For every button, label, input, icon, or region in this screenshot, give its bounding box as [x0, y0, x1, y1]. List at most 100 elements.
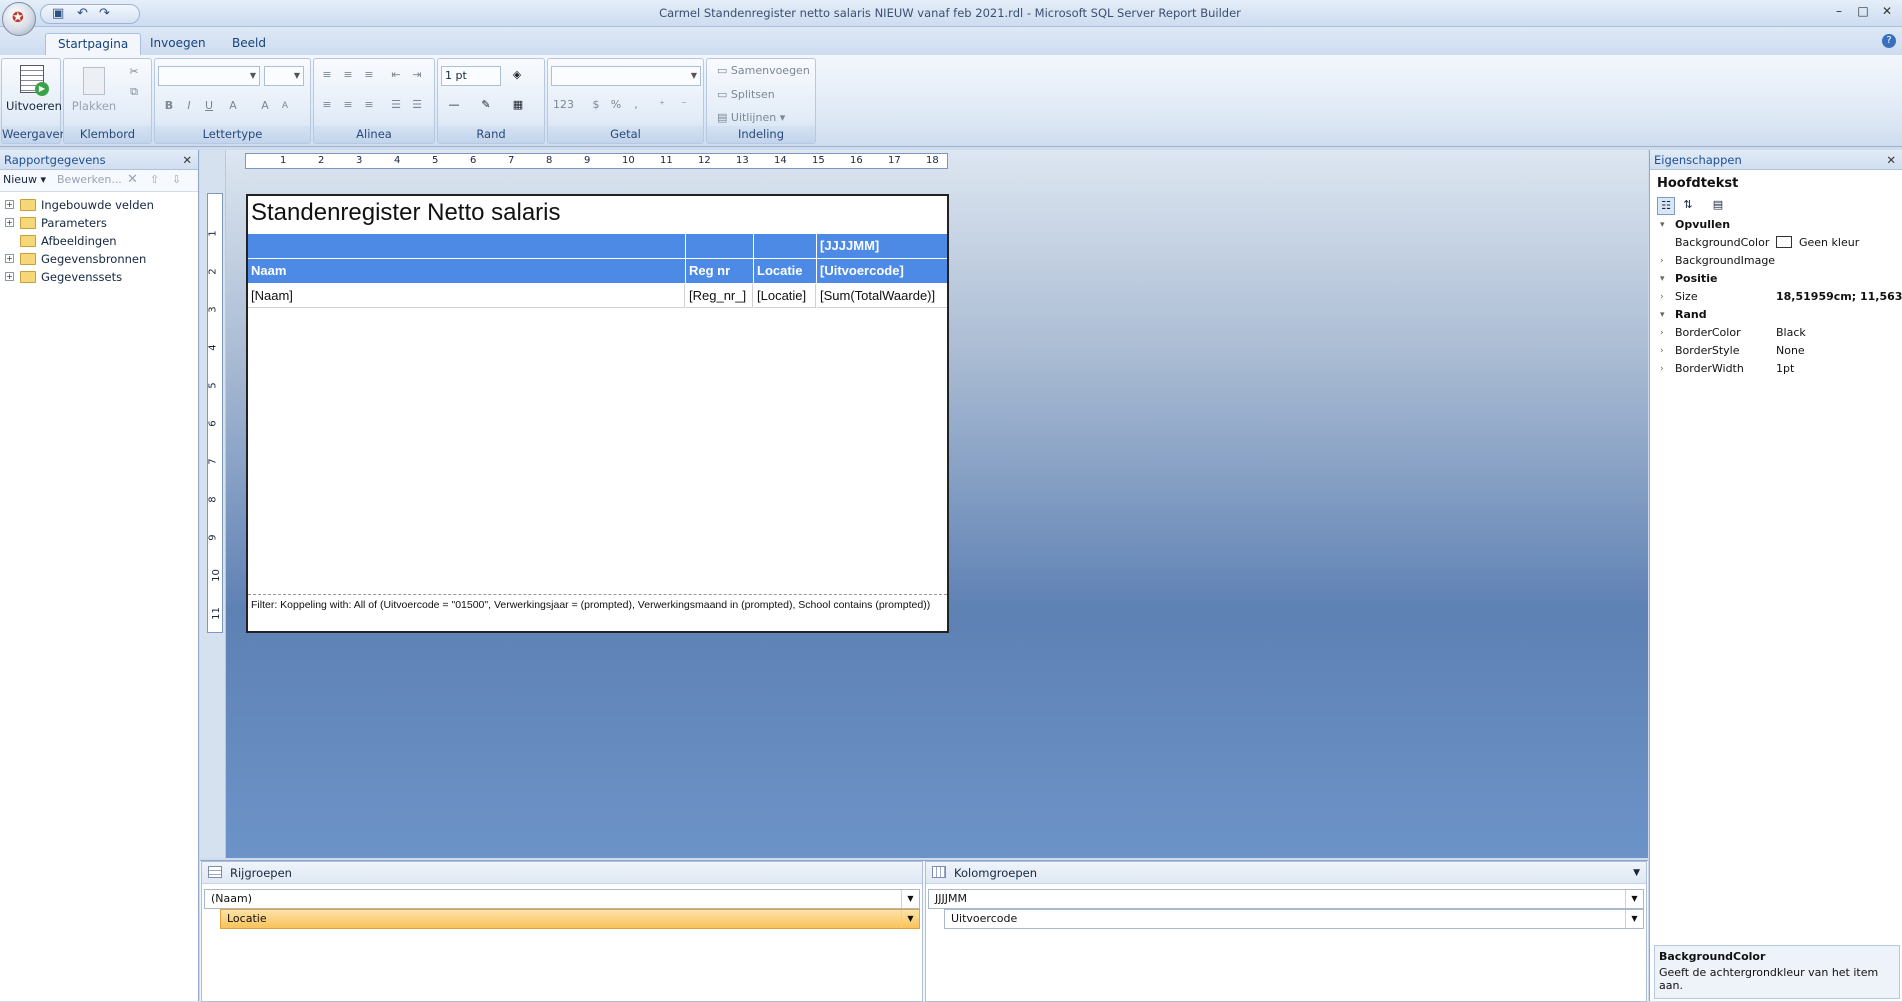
prop-group-rand[interactable]: ▾ Rand	[1657, 306, 1897, 324]
tree-item-parameters[interactable]: + Parameters	[0, 214, 198, 232]
column-group-jjjjmm[interactable]: JJJJMM ▼	[928, 889, 1644, 909]
prop-borderstyle[interactable]: › BorderStyle None	[1657, 342, 1897, 360]
paste-button[interactable]: Plakken	[68, 61, 120, 121]
header-r1-c3[interactable]	[754, 234, 816, 258]
bold-icon[interactable]: B	[159, 97, 179, 115]
align-right-icon[interactable]: ≡	[359, 96, 379, 114]
header-r1-c1[interactable]	[248, 234, 685, 258]
tree-item-datasets[interactable]: + Gegevenssets	[0, 268, 198, 286]
align-top-icon[interactable]: ≡	[317, 66, 337, 84]
header-uitvoercode[interactable]: [Uitvoercode]	[817, 259, 947, 283]
number-format-select[interactable]: ▼	[551, 66, 701, 86]
column-group-uitvoercode[interactable]: Uitvoercode ▼	[944, 909, 1644, 929]
detail-naam[interactable]: [Naam]	[248, 284, 685, 308]
detail-reg-nr[interactable]: [Reg_nr_]	[686, 284, 753, 308]
expand-icon[interactable]: +	[5, 200, 14, 209]
cut-icon[interactable]: ✂	[124, 63, 144, 81]
property-pages-icon[interactable]: ▤	[1709, 197, 1727, 215]
tree-item-data-sources[interactable]: + Gegevensbronnen	[0, 250, 198, 268]
placeholder-style-icon[interactable]: 123	[553, 96, 574, 114]
bullets-icon[interactable]: ☰	[386, 96, 406, 114]
delete-icon[interactable]: ✕	[127, 172, 138, 187]
align-middle-icon[interactable]: ≡	[338, 66, 358, 84]
header-jjjjmm[interactable]: [JJJJMM]	[817, 234, 947, 258]
categorized-icon[interactable]: ☷	[1657, 197, 1675, 215]
report-body[interactable]: Standenregister Netto salaris [JJJJMM] N…	[246, 194, 949, 633]
chevron-down-icon[interactable]: ▼	[901, 910, 919, 928]
shrink-font-icon[interactable]: A	[275, 97, 295, 115]
header-reg-nr[interactable]: Reg nr	[686, 259, 753, 283]
detail-sum-totalwaarde[interactable]: [Sum(TotalWaarde)]	[817, 284, 947, 308]
save-icon[interactable]: ▣	[52, 6, 64, 21]
prop-group-opvullen[interactable]: ▾ Opvullen	[1657, 216, 1897, 234]
tree-item-images[interactable]: Afbeeldingen	[0, 232, 198, 250]
header-locatie[interactable]: Locatie	[754, 259, 816, 283]
borders-icon[interactable]: ▦	[508, 96, 528, 114]
comma-icon[interactable]: ,	[626, 96, 646, 114]
border-style-icon[interactable]: —	[444, 96, 464, 114]
increase-indent-icon[interactable]: ⇥	[407, 66, 427, 84]
move-down-icon[interactable]: ⇩	[172, 173, 181, 186]
border-width-select[interactable]: 1 pt	[441, 66, 501, 86]
expand-icon[interactable]: +	[5, 218, 14, 227]
edit-button[interactable]: Bewerken...	[57, 173, 122, 186]
align-bottom-icon[interactable]: ≡	[359, 66, 379, 84]
prop-borderwidth[interactable]: › BorderWidth 1pt	[1657, 360, 1897, 378]
font-size-select[interactable]: ▼	[264, 66, 304, 86]
align-left-icon[interactable]: ≡	[317, 96, 337, 114]
row-group-locatie[interactable]: Locatie ▼	[220, 909, 920, 929]
move-up-icon[interactable]: ⇧	[150, 173, 159, 186]
prop-bordercolor[interactable]: › BorderColor Black	[1657, 324, 1897, 342]
underline-icon[interactable]: U	[199, 97, 219, 115]
copy-icon[interactable]: ⧉	[124, 83, 144, 101]
chevron-down-icon[interactable]: ▼	[901, 890, 919, 908]
header-r1-c2[interactable]	[686, 234, 753, 258]
row-group-naam[interactable]: (Naam) ▼	[204, 889, 920, 909]
minimize-button[interactable]: –	[1828, 4, 1850, 22]
prop-group-positie[interactable]: ▾ Positie	[1657, 270, 1897, 288]
tree-item-builtin-fields[interactable]: + Ingebouwde velden	[0, 196, 198, 214]
undo-icon[interactable]: ↶	[77, 6, 88, 21]
merge-button[interactable]: ▭ Samenvoegen	[717, 62, 810, 80]
maximize-button[interactable]: □	[1852, 4, 1874, 22]
expand-icon[interactable]: +	[5, 254, 14, 263]
currency-icon[interactable]: $	[586, 96, 606, 114]
redo-icon[interactable]: ↷	[99, 6, 110, 21]
italic-icon[interactable]: I	[179, 97, 199, 115]
font-family-select[interactable]: ▼	[158, 66, 260, 86]
close-icon[interactable]: ✕	[1886, 150, 1896, 170]
header-naam[interactable]: Naam	[248, 259, 685, 283]
help-icon[interactable]: ?	[1882, 34, 1896, 48]
new-button[interactable]: Nieuw ▾	[3, 173, 46, 186]
detail-locatie[interactable]: [Locatie]	[754, 284, 816, 308]
tab-beeld[interactable]: Beeld	[220, 33, 278, 55]
numbering-icon[interactable]: ☰	[407, 96, 427, 114]
prop-backgroundimage[interactable]: › BackgroundImage	[1657, 252, 1897, 270]
application-menu-button[interactable]: ✪	[2, 2, 36, 36]
sort-alpha-icon[interactable]: ⇅	[1679, 197, 1697, 215]
decrease-indent-icon[interactable]: ⇤	[386, 66, 406, 84]
expand-icon[interactable]: +	[5, 272, 14, 281]
increase-decimal-icon[interactable]: ⁺	[652, 96, 672, 114]
filter-footer-text[interactable]: Filter: Koppeling with: All of (Uitvoerc…	[251, 599, 941, 612]
font-color-icon[interactable]: A	[223, 97, 243, 115]
decrease-decimal-icon[interactable]: ⁻	[674, 96, 694, 114]
chevron-down-icon[interactable]: ▼	[1625, 890, 1643, 908]
split-button[interactable]: ▭ Splitsen	[717, 86, 775, 104]
align-button[interactable]: ▤ Uitlijnen ▾	[717, 109, 785, 127]
fill-color-icon[interactable]: ◈	[507, 66, 527, 84]
grow-font-icon[interactable]: A	[255, 97, 275, 115]
report-title[interactable]: Standenregister Netto salaris	[251, 199, 561, 227]
percent-icon[interactable]: %	[606, 96, 626, 114]
chevron-down-icon[interactable]: ▼	[1625, 910, 1643, 928]
border-color-icon[interactable]: ✎	[476, 96, 496, 114]
close-button[interactable]: ✕	[1876, 4, 1898, 22]
align-center-icon[interactable]: ≡	[338, 96, 358, 114]
chevron-down-icon[interactable]: ▼	[1633, 862, 1640, 884]
tab-startpagina[interactable]: Startpagina	[45, 33, 142, 55]
prop-size[interactable]: ›Size18,51959cm; 11,56355cm	[1657, 288, 1902, 306]
run-button[interactable]: ▶ Uitvoeren	[6, 61, 62, 121]
close-icon[interactable]: ✕	[182, 150, 192, 170]
tab-invoegen[interactable]: Invoegen	[138, 33, 218, 55]
prop-backgroundcolor[interactable]: BackgroundColor Geen kleur	[1657, 234, 1897, 252]
